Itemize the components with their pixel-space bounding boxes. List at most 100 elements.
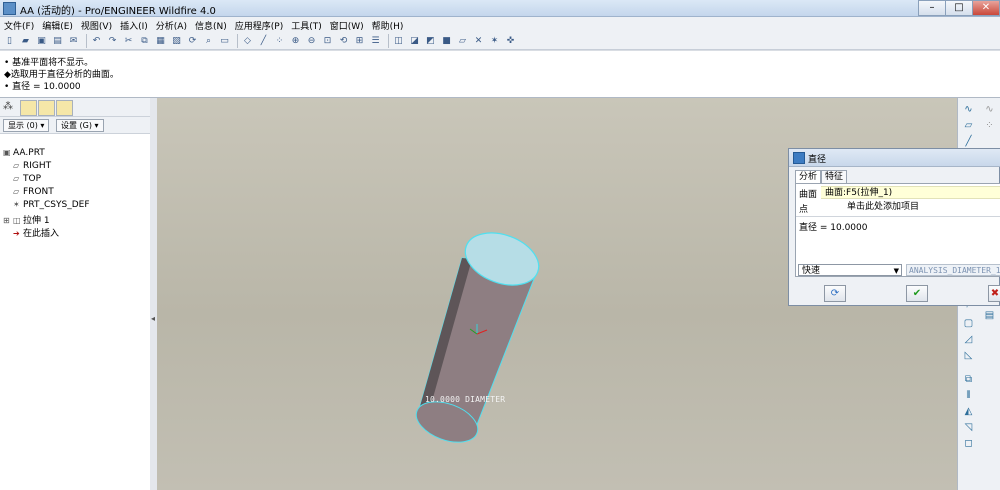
merge-tool-icon[interactable]: ◭ — [962, 406, 975, 419]
menu-bar: 文件(F) 编辑(E) 视图(V) 插入(I) 分析(A) 信息(N) 应用程序… — [0, 17, 1000, 32]
datum-display-icon[interactable]: ◇ — [241, 34, 254, 47]
model-tree-icon[interactable]: ⁂ — [3, 101, 13, 112]
email-icon[interactable]: ✉ — [67, 34, 80, 47]
maximize-button[interactable]: □ — [945, 0, 973, 16]
refit-icon[interactable]: ⊡ — [321, 34, 334, 47]
print-icon[interactable]: ▤ — [51, 34, 64, 47]
folder-browser-icon[interactable] — [20, 100, 37, 116]
ok-button[interactable]: ✔ — [906, 285, 928, 302]
save-icon[interactable]: ▣ — [35, 34, 48, 47]
diameter-dialog: 直径 分析 特征 曲面 曲面:F5(拉伸_1) 点 单击此处添加项目 直径 = … — [788, 148, 1000, 306]
spin-center-icon[interactable]: ✜ — [504, 34, 517, 47]
layers-icon[interactable]: ☰ — [369, 34, 382, 47]
favorites-icon[interactable] — [38, 100, 55, 116]
wireframe-icon[interactable]: ◫ — [392, 34, 405, 47]
chevron-down-icon: ▼ — [893, 267, 899, 275]
close-button[interactable]: ✕ — [972, 0, 1000, 16]
cut-icon[interactable]: ✂ — [122, 34, 135, 47]
datum-plane-icon: ▱ — [13, 187, 20, 196]
dialog-title: 直径 — [808, 155, 827, 165]
tree-item-front[interactable]: ▱ FRONT — [13, 187, 54, 197]
toolbar-divider — [86, 33, 87, 48]
no-hidden-icon[interactable]: ◩ — [424, 34, 437, 47]
tree-item-root[interactable]: ▣ AA.PRT — [3, 148, 45, 158]
tree-item-csys[interactable]: ✶ PRT_CSYS_DEF — [13, 200, 90, 210]
extrude-icon: ◫ — [13, 216, 21, 225]
menu-window[interactable]: 窗口(W) — [326, 17, 368, 32]
menu-insert[interactable]: 插入(I) — [116, 17, 152, 32]
cancel-button[interactable]: ✖ — [988, 285, 1000, 302]
minimize-button[interactable]: – — [918, 0, 946, 16]
feature-name-field[interactable]: ANALYSIS_DIAMETER_1 — [906, 264, 1000, 276]
open-icon[interactable]: ▰ — [19, 34, 32, 47]
zoom-in-icon[interactable]: ⊕ — [289, 34, 302, 47]
menu-help[interactable]: 帮助(H) — [368, 17, 408, 32]
point-selector[interactable]: 单击此处添加项目 — [821, 201, 1000, 214]
diameter-dimension-label: 10.0000 DIAMETER — [425, 395, 506, 404]
axis-display-icon[interactable]: ╱ — [257, 34, 270, 47]
analysis-mode-select[interactable]: 快速 ▼ — [798, 264, 902, 276]
tree-item-top[interactable]: ▱ TOP — [13, 174, 41, 184]
axes-toggle-icon[interactable]: ✕ — [472, 34, 485, 47]
menu-edit[interactable]: 编辑(E) — [38, 17, 77, 32]
surface-selector[interactable]: 曲面:F5(拉伸_1) — [821, 186, 1000, 199]
draft-tool-icon[interactable]: ◺ — [962, 350, 975, 363]
title-bar: AA (活动的) - Pro/ENGINEER Wildfire 4.0 – □… — [0, 0, 1000, 17]
paste-icon[interactable]: ▦ — [154, 34, 167, 47]
hidden-line-icon[interactable]: ◪ — [408, 34, 421, 47]
navigator-tabs: ⁂ — [0, 98, 150, 117]
pattern-tool-icon[interactable]: ▤ — [983, 310, 996, 323]
show-menu-button[interactable]: 显示 (0) ▾ — [3, 119, 50, 132]
result-divider — [796, 216, 1000, 217]
message-line: • 直径 = 10.0000 — [4, 82, 81, 92]
mirror-tool-icon[interactable]: ⫴ — [962, 390, 975, 403]
dialog-title-bar[interactable]: 直径 — [789, 149, 1000, 167]
find-icon[interactable]: ⌕ — [202, 34, 215, 47]
panel-splitter[interactable]: ◂ — [150, 98, 157, 490]
toolbar-divider — [237, 33, 238, 48]
select-box-icon[interactable]: ▭ — [218, 34, 231, 47]
curve-tool-icon[interactable]: ∿ — [983, 104, 996, 117]
main-toolbar: ▯ ▰ ▣ ▤ ✉ ↶ ↷ ✂ ⧉ ▦ ▧ ⟳ ⌕ ▭ ◇ ╱ ⁘ ⊕ ⊖ ⊡ … — [0, 32, 1000, 50]
menu-info[interactable]: 信息(N) — [191, 17, 231, 32]
redo-icon[interactable]: ↷ — [106, 34, 119, 47]
layer-tree-icon[interactable] — [56, 100, 73, 116]
saved-views-icon[interactable]: ⊞ — [353, 34, 366, 47]
tree-item-right[interactable]: ▱ RIGHT — [13, 161, 51, 171]
thicken-tool-icon[interactable]: ◻ — [962, 438, 975, 451]
copy-tool-icon[interactable]: ⧉ — [962, 374, 975, 387]
app-icon — [3, 2, 16, 15]
tree-item-extrude[interactable]: ⊞ ◫ 拉伸 1 — [3, 213, 50, 226]
menu-view[interactable]: 视图(V) — [77, 17, 116, 32]
plane-tool-icon[interactable]: ▱ — [962, 120, 975, 133]
point-tool-icon[interactable]: ⁘ — [983, 120, 996, 133]
sketch-icon[interactable]: ∿ — [962, 104, 975, 117]
reorient-icon[interactable]: ⟲ — [337, 34, 350, 47]
tree-toolbar: 显示 (0) ▾ 设置 (G) ▾ — [0, 117, 150, 134]
paste-special-icon[interactable]: ▧ — [170, 34, 183, 47]
analysis-panel: 曲面 曲面:F5(拉伸_1) 点 单击此处添加项目 直径 = 10.0000 — [795, 183, 1000, 277]
point-display-icon[interactable]: ⁘ — [273, 34, 286, 47]
undo-icon[interactable]: ↶ — [90, 34, 103, 47]
point-label: 点 — [799, 205, 809, 215]
menu-tools[interactable]: 工具(T) — [287, 17, 326, 32]
plane-display-icon[interactable]: ▱ — [456, 34, 469, 47]
trim-tool-icon[interactable]: ◹ — [962, 422, 975, 435]
menu-applications[interactable]: 应用程序(P) — [231, 17, 287, 32]
regenerate-icon[interactable]: ⟳ — [186, 34, 199, 47]
csys-toggle-icon[interactable]: ✶ — [488, 34, 501, 47]
insert-arrow-icon: ➔ — [13, 229, 20, 238]
zoom-out-icon[interactable]: ⊖ — [305, 34, 318, 47]
rib-tool-icon[interactable]: ◿ — [962, 334, 975, 347]
new-icon[interactable]: ▯ — [3, 34, 16, 47]
collapse-arrow-icon[interactable]: ◂ — [151, 314, 155, 323]
copy-icon[interactable]: ⧉ — [138, 34, 151, 47]
tree-item-insert-here[interactable]: ➔ 在此插入 — [13, 226, 59, 239]
shell-tool-icon[interactable]: ▢ — [962, 318, 975, 331]
repeat-button[interactable]: ⟳ — [824, 285, 846, 302]
menu-file[interactable]: 文件(F) — [0, 17, 38, 32]
expand-icon[interactable]: ⊞ — [3, 216, 13, 225]
settings-menu-button[interactable]: 设置 (G) ▾ — [56, 119, 104, 132]
shading-icon[interactable]: ■ — [440, 34, 453, 47]
menu-analysis[interactable]: 分析(A) — [152, 17, 191, 32]
